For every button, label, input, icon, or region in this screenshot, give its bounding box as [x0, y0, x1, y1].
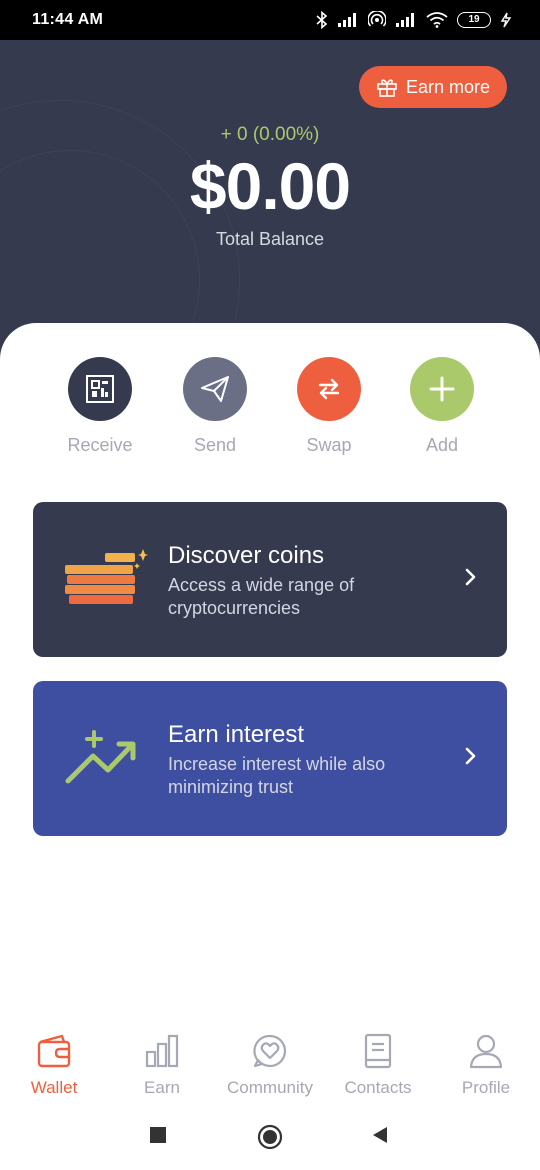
- nav-contacts[interactable]: Contacts: [324, 1030, 432, 1098]
- earn-interest-title: Earn interest: [168, 721, 305, 748]
- wifi-icon: [426, 12, 448, 28]
- swap-button[interactable]: Swap: [279, 357, 379, 456]
- nav-earn-label: Earn: [144, 1078, 180, 1097]
- status-bar: 11:44 AM 19: [0, 0, 540, 40]
- discover-coins-card[interactable]: Discover coins Access a wide range of cr…: [33, 502, 507, 657]
- battery-level: 19: [468, 14, 480, 25]
- home-circle-icon[interactable]: [257, 1124, 283, 1150]
- coin-stack-icon: [65, 549, 148, 604]
- recents-square-icon[interactable]: [149, 1126, 167, 1144]
- nav-earn[interactable]: Earn: [108, 1030, 216, 1098]
- balance-header: Earn more + 0 (0.00%) $0.00 Total Balanc…: [0, 40, 540, 360]
- nav-community-label: Community: [227, 1078, 313, 1097]
- contacts-book-icon: [364, 1033, 392, 1069]
- add-button[interactable]: Add: [392, 357, 492, 456]
- nav-profile-label: Profile: [461, 1078, 511, 1097]
- gift-icon: [377, 79, 397, 97]
- nav-contacts-label: Contacts: [344, 1078, 412, 1097]
- nav-wallet[interactable]: Wallet: [0, 1030, 108, 1098]
- growth-chart-icon: [65, 730, 136, 784]
- swap-circle: [297, 357, 361, 421]
- chevron-right-icon: [465, 568, 476, 586]
- bluetooth-icon: [316, 11, 328, 29]
- nav-wallet-label: Wallet: [30, 1078, 78, 1097]
- send-circle: [183, 357, 247, 421]
- battery-icon: 19: [457, 12, 491, 28]
- receive-circle: [68, 357, 132, 421]
- total-balance-label: Total Balance: [215, 229, 325, 249]
- charging-icon: [500, 12, 512, 28]
- signal-icon-2: [396, 13, 414, 27]
- heart-chat-icon: [253, 1034, 287, 1068]
- hotspot-icon: [368, 11, 386, 27]
- system-navigation: [0, 1110, 540, 1170]
- user-icon: [469, 1034, 503, 1069]
- paper-plane-icon: [201, 376, 229, 402]
- swap-label: Swap: [306, 435, 352, 455]
- nav-community[interactable]: Community: [216, 1030, 324, 1098]
- wallet-icon: [37, 1034, 71, 1068]
- qr-code-icon: [86, 375, 114, 403]
- signal-icon: [338, 13, 356, 27]
- swap-arrows-icon: [318, 378, 340, 400]
- add-circle: [410, 357, 474, 421]
- bar-chart-icon: [145, 1034, 179, 1068]
- nav-profile[interactable]: Profile: [432, 1030, 540, 1098]
- plus-icon: [429, 376, 455, 402]
- earn-interest-card[interactable]: Earn interest Increase interest while al…: [33, 681, 507, 836]
- status-icons: 19: [316, 10, 512, 30]
- earn-more-label: Earn more: [405, 76, 491, 97]
- earn-interest-description: Increase interest while also minimizing …: [168, 754, 386, 797]
- status-time: 11:44 AM: [32, 11, 104, 28]
- chevron-right-icon: [465, 747, 476, 765]
- send-label: Send: [193, 435, 237, 455]
- bottom-navigation: Wallet Earn Community Contacts Profile: [0, 1030, 540, 1110]
- discover-coins-description: Access a wide range of cryptocurrencies: [168, 575, 355, 618]
- quick-actions: Receive Send Swap Add: [0, 357, 540, 467]
- discover-coins-title: Discover coins: [168, 542, 325, 569]
- receive-button[interactable]: Receive: [50, 357, 150, 456]
- receive-label: Receive: [67, 435, 133, 455]
- send-button[interactable]: Send: [165, 357, 265, 456]
- earn-more-button[interactable]: Earn more: [359, 66, 507, 108]
- balance-change: + 0 (0.00%): [220, 124, 320, 145]
- total-balance-amount: $0.00: [189, 149, 351, 223]
- add-label: Add: [425, 435, 459, 455]
- back-triangle-icon[interactable]: [371, 1126, 389, 1144]
